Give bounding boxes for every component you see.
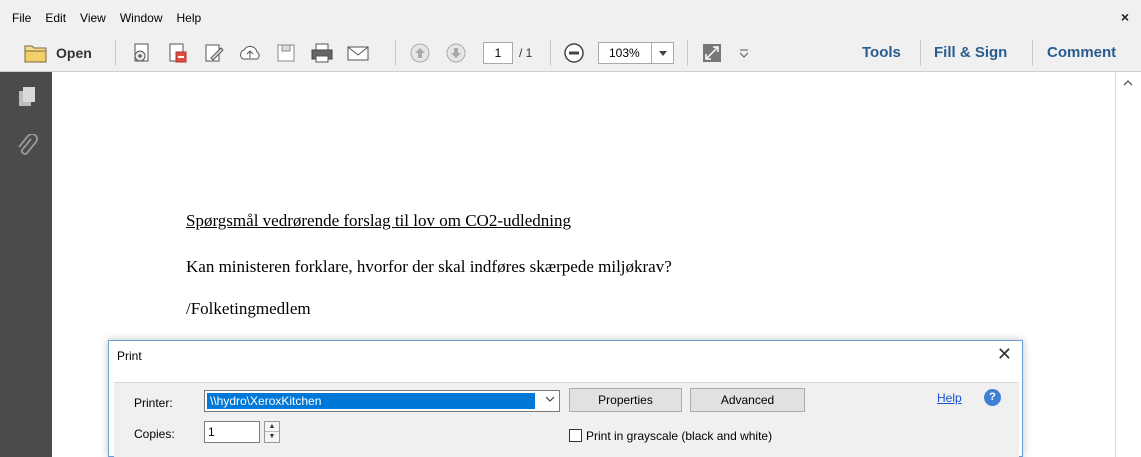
properties-button[interactable]: Properties	[569, 388, 682, 412]
toolbar-divider	[395, 40, 396, 66]
email-icon[interactable]	[346, 41, 370, 65]
zoom-out-icon[interactable]	[562, 41, 586, 65]
navigation-pane	[0, 72, 52, 457]
edit-pdf-icon[interactable]	[202, 41, 226, 65]
toolbar: Open 1 / 1 103% Tools Fill & Sign Commen…	[0, 34, 1141, 72]
menu-bar: File Edit View Window Help ×	[0, 0, 1141, 34]
copies-label: Copies:	[134, 427, 175, 441]
stepper-up-icon[interactable]: ▲	[265, 422, 279, 432]
fit-page-icon[interactable]	[700, 41, 724, 65]
chevron-down-icon[interactable]	[545, 394, 555, 405]
page-total: / 1	[519, 46, 533, 60]
copies-input[interactable]: 1	[204, 421, 260, 443]
dialog-body: Printer: \\hydro\XeroxKitchen Properties…	[114, 382, 1019, 457]
menu-edit[interactable]: Edit	[38, 11, 73, 25]
printer-selected-value[interactable]: \\hydro\XeroxKitchen	[207, 393, 535, 409]
menu-window[interactable]: Window	[113, 11, 170, 25]
menu-view[interactable]: View	[73, 11, 113, 25]
next-page-icon[interactable]	[444, 41, 468, 65]
scroll-up-arrow-icon[interactable]	[1123, 78, 1133, 89]
document-author: /Folketingmedlem	[186, 299, 311, 318]
toolbar-divider	[550, 40, 551, 66]
more-tools-icon[interactable]	[732, 41, 756, 65]
print-icon[interactable]	[310, 41, 334, 65]
toolbar-divider	[1032, 40, 1033, 66]
printer-select[interactable]: \\hydro\XeroxKitchen	[204, 390, 560, 412]
dialog-close-icon[interactable]: ✕	[997, 344, 1012, 365]
copies-stepper[interactable]: ▲ ▼	[264, 421, 280, 443]
print-dialog: Print ✕ Printer: \\hydro\XeroxKitchen Pr…	[108, 340, 1023, 457]
vertical-scrollbar[interactable]	[1115, 72, 1141, 457]
upload-cloud-icon[interactable]	[238, 41, 262, 65]
toolbar-divider	[115, 40, 116, 66]
help-question-icon[interactable]: ?	[984, 389, 1001, 406]
page-number-input[interactable]: 1	[483, 42, 513, 64]
page-thumbnails-icon[interactable]	[16, 86, 38, 111]
tab-fill-sign[interactable]: Fill & Sign	[934, 44, 1007, 61]
save-icon[interactable]	[274, 41, 298, 65]
export-pdf-icon[interactable]	[166, 41, 190, 65]
menu-help[interactable]: Help	[170, 11, 209, 25]
open-folder-icon[interactable]	[24, 41, 48, 65]
attachments-paperclip-icon[interactable]	[16, 133, 38, 161]
zoom-level-input[interactable]: 103%	[598, 42, 652, 64]
create-pdf-icon[interactable]	[130, 41, 154, 65]
tab-tools[interactable]: Tools	[862, 44, 901, 61]
toolbar-divider	[687, 40, 688, 66]
tab-comment[interactable]: Comment	[1047, 44, 1116, 61]
stepper-down-icon[interactable]: ▼	[265, 432, 279, 442]
open-button[interactable]: Open	[56, 45, 92, 61]
zoom-dropdown-arrow-icon[interactable]	[652, 42, 674, 64]
grayscale-label[interactable]: Print in grayscale (black and white)	[586, 429, 772, 443]
close-document-icon[interactable]: ×	[1121, 9, 1129, 25]
document-question: Kan ministeren forklare, hvorfor der ska…	[186, 257, 672, 276]
previous-page-icon[interactable]	[408, 41, 432, 65]
advanced-button[interactable]: Advanced	[690, 388, 805, 412]
grayscale-checkbox[interactable]	[569, 429, 582, 442]
toolbar-divider	[920, 40, 921, 66]
help-link[interactable]: Help	[937, 391, 962, 405]
document-heading: Spørgsmål vedrørende forslag til lov om …	[186, 211, 571, 230]
printer-label: Printer:	[134, 396, 173, 410]
dialog-title: Print	[117, 349, 142, 363]
menu-file[interactable]: File	[0, 11, 38, 25]
